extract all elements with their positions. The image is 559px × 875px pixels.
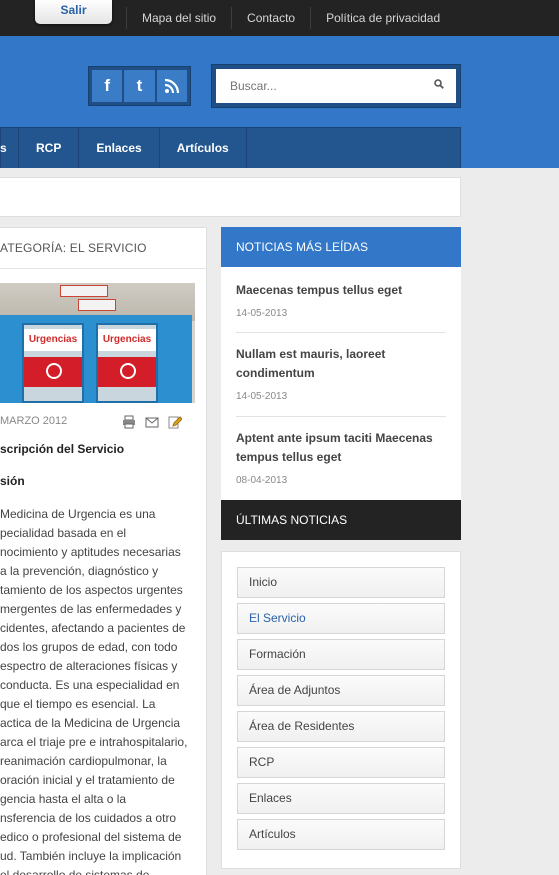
door-left: Urgencias [22,323,84,403]
article-image: Urgencias Urgencias [0,283,195,403]
sidebar-item-area-adjuntos[interactable]: Área de Adjuntos [237,675,445,706]
news-date: 14-05-2013 [236,308,288,319]
sidebar-item-inicio[interactable]: Inicio [237,567,445,598]
search-input[interactable] [216,69,416,103]
edit-icon[interactable] [168,415,183,432]
article-date: MARZO 2012 [0,415,68,427]
privacy-policy-link[interactable]: Política de privacidad [310,7,455,29]
news-date: 14-05-2013 [236,391,288,402]
list-item: Nullam est mauris, laoreet condimentum 1… [236,345,446,402]
list-item: Aptent ante ipsum taciti Maecenas tempus… [236,429,446,486]
top-links: Mapa del sitio Contacto Política de priv… [126,7,455,29]
logout-button[interactable]: Salir [35,0,112,24]
door-right: Urgencias [96,323,158,403]
breadcrumb-strip [0,177,461,217]
divider [0,268,206,269]
sidebar-item-area-residentes[interactable]: Área de Residentes [237,711,445,742]
search-icon[interactable] [434,79,444,92]
article-panel: ATEGORÍA: EL SERVICIO Urgencias Urgencia… [0,227,207,875]
news-title[interactable]: Maecenas tempus tellus eget [236,281,446,300]
latest-news-heading: ÚLTIMAS NOTICIAS [221,500,461,540]
article-subtitle: sión [0,474,25,488]
sidebar-item-enlaces[interactable]: Enlaces [237,783,445,814]
divider [236,416,446,417]
sidebar-item-articulos[interactable]: Artículos [237,819,445,850]
site-header: f t s RCP Enlaces Artículos [0,36,559,168]
email-icon[interactable] [145,415,159,432]
news-date: 08-04-2013 [236,475,288,486]
news-title[interactable]: Nullam est mauris, laoreet condimentum [236,345,446,383]
sidebar-menu: Inicio El Servicio Formación Área de Adj… [221,551,461,869]
popular-news-heading: NOTICIAS MÁS LEÍDAS [221,227,461,267]
rss-icon[interactable] [156,70,187,102]
nav-item-truncated[interactable]: s [0,128,19,168]
nav-item-enlaces[interactable]: Enlaces [79,128,160,168]
list-item: Maecenas tempus tellus eget 14-05-2013 [236,281,446,319]
nav-item-rcp[interactable]: RCP [19,128,80,168]
divider [236,332,446,333]
sidebar-item-formacion[interactable]: Formación [237,639,445,670]
news-title[interactable]: Aptent ante ipsum taciti Maecenas tempus… [236,429,446,467]
search-box [211,64,461,108]
sidebar-item-rcp[interactable]: RCP [237,747,445,778]
sidebar-item-el-servicio[interactable]: El Servicio [237,603,445,634]
category-title: ATEGORÍA: EL SERVICIO [0,241,147,255]
article-title[interactable]: scripción del Servicio [0,442,124,456]
article-body: Medicina de Urgencia es una pecialidad b… [0,507,188,875]
print-icon[interactable] [122,415,136,432]
main-nav: s RCP Enlaces Artículos [0,127,461,168]
facebook-icon[interactable]: f [92,70,123,102]
top-bar: Salir Mapa del sitio Contacto Política d… [0,0,559,36]
social-links: f t [88,66,191,106]
contact-link[interactable]: Contacto [231,7,310,29]
article-meta: MARZO 2012 [0,415,195,431]
sitemap-link[interactable]: Mapa del sitio [126,7,231,29]
popular-news-list: Maecenas tempus tellus eget 14-05-2013 N… [221,267,461,500]
nav-item-articulos[interactable]: Artículos [160,128,247,168]
twitter-icon[interactable]: t [124,70,155,102]
